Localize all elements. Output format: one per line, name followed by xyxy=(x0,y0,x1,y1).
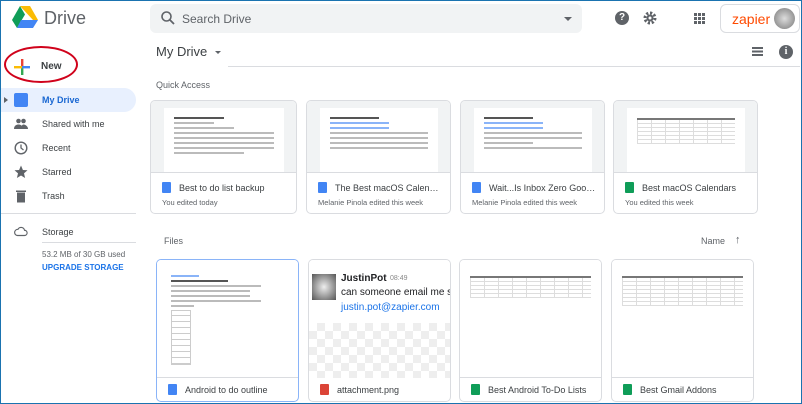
search-input[interactable]: Search Drive xyxy=(150,4,582,33)
plus-icon xyxy=(14,59,30,75)
user-avatar-image xyxy=(312,274,336,300)
people-icon xyxy=(14,118,28,129)
file-name: Wait...Is Inbox Zero Good or ... xyxy=(489,183,596,193)
sidebar-item-my-drive[interactable]: My Drive xyxy=(0,88,136,112)
google-docs-icon xyxy=(318,182,327,193)
file-name: attachment.png xyxy=(337,385,400,395)
new-button[interactable]: New xyxy=(8,52,76,82)
file-name: Best macOS Calendars xyxy=(642,183,737,193)
file-card[interactable]: Best Gmail Addons xyxy=(611,259,754,402)
page-title-text: My Drive xyxy=(156,44,208,59)
file-card[interactable]: JustinPot 08:49 can someone email me sor… xyxy=(308,259,451,402)
sidebar-item-label: My Drive xyxy=(42,95,80,105)
quick-access-card[interactable]: Best to do list backup You edited today xyxy=(150,100,297,214)
google-docs-icon xyxy=(168,384,177,395)
quick-access-heading: Quick Access xyxy=(156,80,211,90)
apps-grid-icon[interactable] xyxy=(694,13,705,24)
file-card[interactable]: Best Android To-Do Lists xyxy=(459,259,602,402)
quick-access-card[interactable]: The Best macOS Calendar A... Melanie Pin… xyxy=(306,100,451,214)
avatar xyxy=(774,8,795,29)
sidebar-item-shared[interactable]: Shared with me xyxy=(0,112,136,136)
file-card[interactable]: Android to do outline xyxy=(156,259,299,402)
preview-message: can someone email me sor xyxy=(341,287,451,298)
star-icon xyxy=(14,165,28,178)
storage-bar xyxy=(42,242,136,243)
account-button[interactable]: zapier xyxy=(720,4,800,33)
file-name: The Best macOS Calendar A... xyxy=(335,183,442,193)
file-name: Best Android To-Do Lists xyxy=(488,385,587,395)
sidebar-item-recent[interactable]: Recent xyxy=(0,136,136,160)
preview-time: 08:49 xyxy=(390,275,408,282)
cloud-icon xyxy=(14,226,28,237)
file-activity: Melanie Pinola edited this week xyxy=(472,198,578,207)
transparent-background xyxy=(309,323,450,378)
search-options-icon[interactable] xyxy=(564,17,572,21)
preview-user: JustinPot xyxy=(341,273,387,284)
file-name: Best Gmail Addons xyxy=(640,385,717,395)
preview-email: justin.pot@zapier.com xyxy=(341,302,440,313)
storage-used: 53.2 MB of 30 GB used xyxy=(42,250,126,259)
sidebar-item-label: Recent xyxy=(42,143,71,153)
list-view-icon[interactable] xyxy=(752,47,763,56)
google-sheets-icon xyxy=(471,384,480,395)
chevron-down-icon xyxy=(214,51,221,55)
page-title[interactable]: My Drive xyxy=(156,44,221,59)
trash-icon xyxy=(16,190,26,203)
upgrade-storage-link[interactable]: UPGRADE STORAGE xyxy=(42,263,124,272)
my-drive-icon xyxy=(14,93,28,107)
sidebar-item-trash[interactable]: Trash xyxy=(0,184,136,208)
google-docs-icon xyxy=(472,182,481,193)
search-icon xyxy=(161,11,175,25)
file-name: Best to do list backup xyxy=(179,183,265,193)
sidebar-item-label: Trash xyxy=(42,191,65,201)
search-placeholder: Search Drive xyxy=(182,12,252,26)
expand-arrow-icon[interactable] xyxy=(4,97,8,103)
account-brand: zapier xyxy=(732,11,771,27)
sidebar-item-starred[interactable]: Starred xyxy=(0,160,136,184)
clock-icon xyxy=(14,141,28,155)
help-icon[interactable]: ? xyxy=(615,11,629,25)
google-docs-icon xyxy=(162,182,171,193)
new-label: New xyxy=(41,61,62,72)
file-activity: You edited this week xyxy=(625,198,694,207)
image-file-icon xyxy=(320,384,329,395)
sidebar-item-storage[interactable]: Storage xyxy=(0,220,136,244)
google-sheets-icon xyxy=(625,182,634,193)
quick-access-card[interactable]: Wait...Is Inbox Zero Good or ... Melanie… xyxy=(460,100,605,214)
info-icon[interactable]: i xyxy=(779,45,793,59)
header-divider xyxy=(228,66,800,67)
file-activity: You edited today xyxy=(162,198,218,207)
files-heading: Files xyxy=(164,236,184,246)
app-title: Drive xyxy=(44,8,87,28)
file-activity: Melanie Pinola edited this week xyxy=(318,198,424,207)
sidebar-item-label: Shared with me xyxy=(42,119,105,129)
quick-access-card[interactable]: Best macOS Calendars You edited this wee… xyxy=(613,100,758,214)
sidebar-divider xyxy=(0,213,136,214)
sort-by-name-button[interactable]: Name xyxy=(701,236,725,246)
storage-label: Storage xyxy=(42,227,74,237)
file-name: Android to do outline xyxy=(185,385,268,395)
sort-ascending-arrow-icon[interactable]: ↑ xyxy=(735,234,741,246)
settings-gear-icon[interactable] xyxy=(643,11,657,25)
drive-logo-icon xyxy=(12,6,38,28)
google-sheets-icon xyxy=(623,384,632,395)
sidebar-item-label: Starred xyxy=(42,167,72,177)
